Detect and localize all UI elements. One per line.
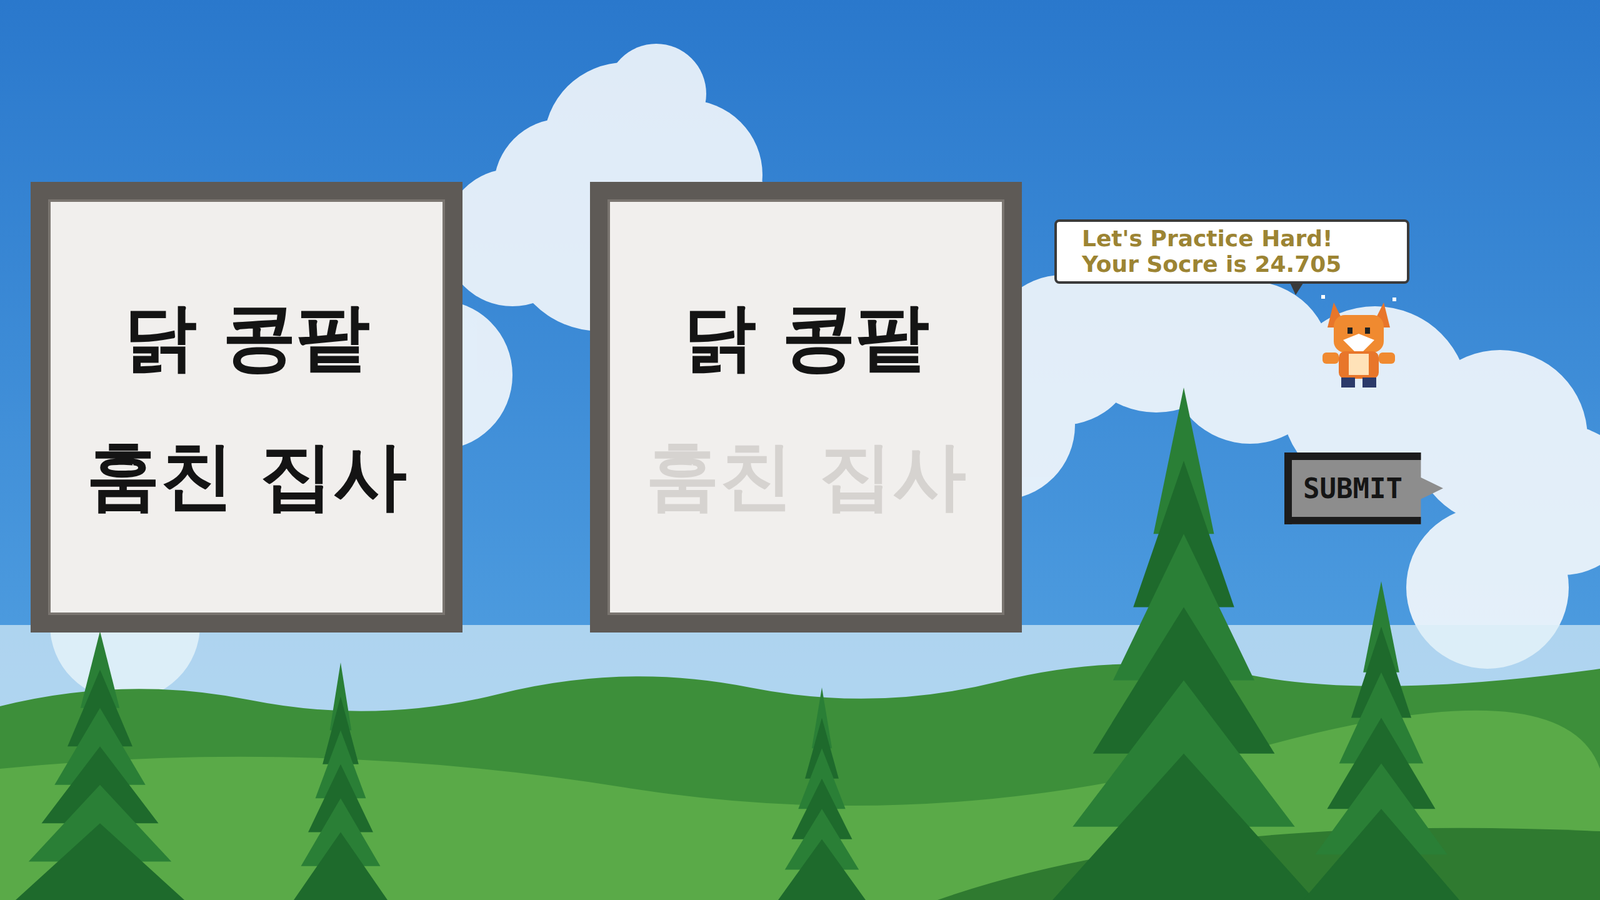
pine-tree-icon (293, 662, 388, 900)
hangul-line: 훔친 집사 (86, 431, 407, 521)
fox-icon (1308, 290, 1409, 390)
pine-tree-icon (1052, 387, 1315, 900)
writing-card[interactable]: 닭 콩팥훔친 집사 (590, 181, 1022, 633)
pine-tree-icon (778, 687, 866, 900)
submit-button[interactable]: SUBMIT (1284, 452, 1444, 525)
writing-card[interactable]: 닭 콩팥훔친 집사 (30, 181, 463, 633)
hangul-line: 닭 콩팥 (123, 293, 370, 382)
speech-line: Your Socre is 24.705 (1081, 251, 1395, 277)
speech-line: Let's Practice Hard! (1081, 225, 1395, 252)
game-scene: 닭 콩팥훔친 집사닭 콩팥훔친 집사Let's Practice Hard!Yo… (0, 0, 1600, 900)
hangul-line: 훔친 집사 (645, 431, 967, 521)
pine-tree-icon (15, 631, 185, 900)
pine-tree-icon (1303, 581, 1460, 900)
speech-bubble: Let's Practice Hard!Your Socre is 24.705 (1054, 219, 1410, 284)
hangul-line: 닭 콩팥 (682, 293, 930, 382)
